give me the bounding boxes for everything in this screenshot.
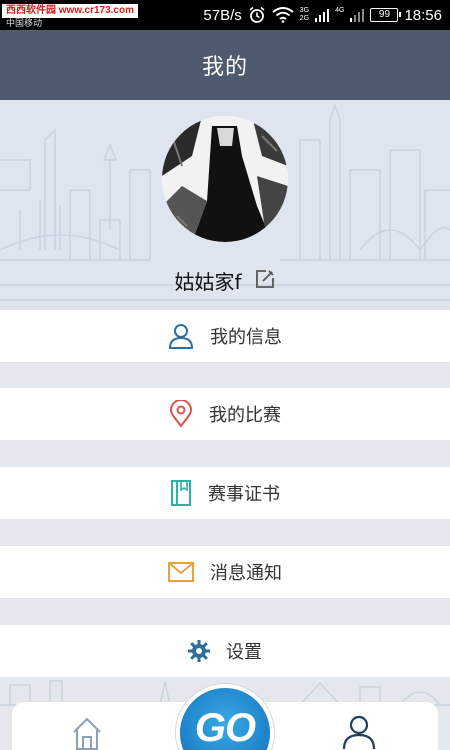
title-bar: 我的	[0, 30, 450, 100]
gear-icon	[188, 640, 210, 662]
user-icon	[168, 323, 194, 349]
signal-icon	[315, 8, 330, 22]
alarm-icon	[248, 6, 266, 24]
menu-label-my-info: 我的信息	[210, 327, 282, 348]
avatar[interactable]	[162, 116, 288, 242]
certificate-book-icon	[170, 480, 192, 506]
edit-icon[interactable]	[254, 268, 276, 294]
menu-item-my-matches[interactable]: 我的比赛	[0, 388, 450, 440]
network-type: 3G 2G	[300, 7, 309, 23]
menu-item-settings[interactable]: 设置	[0, 625, 450, 677]
page-title: 我的	[201, 55, 248, 80]
network-4g: 4G	[335, 7, 344, 23]
menu-label-my-matches: 我的比赛	[209, 405, 281, 426]
signal-weak-icon	[350, 8, 365, 22]
envelope-icon	[168, 562, 194, 582]
battery-icon: 99	[370, 8, 402, 22]
network-4g-label: 4G	[335, 7, 345, 14]
network-speed: 57B/s	[203, 6, 242, 24]
go-label: GO	[194, 706, 256, 750]
network-3g-label: 3G	[299, 7, 310, 14]
avatar-image	[162, 116, 288, 242]
home-icon[interactable]	[72, 716, 102, 750]
clock-time: 18:56	[404, 6, 442, 24]
menu-item-my-info[interactable]: 我的信息	[0, 310, 450, 362]
location-pin-icon	[169, 400, 193, 428]
profile-nav-icon[interactable]	[342, 714, 376, 750]
nickname-row: 姑姑家f	[0, 266, 450, 295]
network-2g-label: 2G	[299, 15, 310, 22]
nickname: 姑姑家f	[174, 270, 242, 294]
profile-header: 姑姑家f	[0, 100, 450, 310]
wifi-icon	[272, 7, 294, 23]
menu-item-certificates[interactable]: 赛事证书	[0, 467, 450, 519]
menu-label-notifications: 消息通知	[210, 563, 282, 584]
menu-label-settings: 设置	[226, 642, 262, 663]
carrier-label: 中国移动	[6, 19, 43, 29]
menu-item-notifications[interactable]: 消息通知	[0, 546, 450, 598]
status-bar: 西西软件园 www.cr173.com 中国移动 57B/s 3G 2G 4G …	[0, 0, 450, 30]
menu-label-certificates: 赛事证书	[208, 484, 280, 505]
